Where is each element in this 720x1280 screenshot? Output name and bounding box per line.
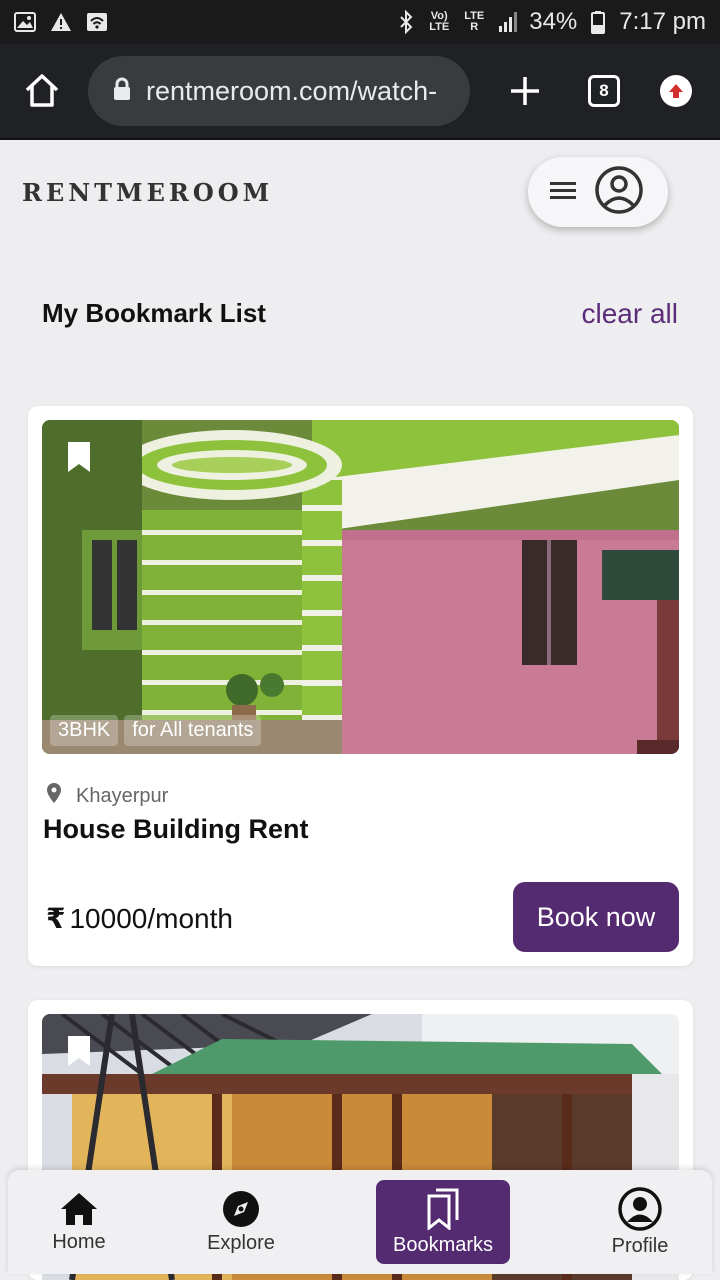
lock-icon [112, 77, 132, 106]
nav-profile-label: Profile [611, 1234, 669, 1257]
nav-profile[interactable]: Profile [588, 1180, 692, 1264]
bookmark-toggle-icon[interactable] [66, 440, 92, 479]
compass-icon [223, 1190, 259, 1227]
browser-toolbar: rentmeroom.com/watch- 8 [0, 44, 720, 140]
listing-price: ₹ 10000/month [46, 902, 233, 935]
nav-bookmarks-label: Bookmarks [392, 1233, 494, 1256]
tenant-tag: for All tenants [124, 715, 262, 746]
update-arrow-icon [660, 75, 692, 107]
bluetooth-icon [395, 10, 417, 34]
status-bar: Vo) LTE LTE R 34% 7:17 pm [0, 0, 720, 44]
status-notifications [14, 11, 108, 33]
bhk-tag: 3BHK [50, 715, 119, 746]
listing-photo[interactable]: 3BHK for All tenants [42, 420, 679, 754]
listing-card[interactable]: 3BHK for All tenants Khayerpur House Bui… [28, 406, 693, 966]
listing-title[interactable]: House Building Rent [43, 814, 309, 845]
warning-icon [50, 11, 72, 33]
tab-switcher-button[interactable]: 8 [588, 75, 620, 107]
map-pin-icon [46, 782, 62, 810]
wifi-icon [86, 11, 108, 33]
house-photo [42, 420, 679, 754]
price-value: 10000/month [69, 902, 233, 934]
status-system: Vo) LTE LTE R 34% 7:17 pm [395, 8, 706, 36]
nav-home[interactable]: Home [28, 1180, 130, 1264]
book-now-button[interactable]: Book now [513, 882, 679, 952]
url-text: rentmeroom.com/watch- [146, 75, 438, 106]
home-button[interactable] [22, 71, 62, 111]
profile-icon [618, 1186, 662, 1231]
new-tab-button[interactable] [508, 74, 542, 108]
update-button[interactable] [660, 75, 692, 107]
browser-home-icon [25, 74, 59, 107]
account-menu-button[interactable] [528, 157, 668, 227]
clock: 7:17 pm [619, 8, 706, 35]
user-avatar-icon [594, 165, 644, 220]
location-text: Khayerpur [76, 784, 169, 807]
page-title: My Bookmark List [42, 298, 266, 328]
listing-tags: 3BHK for All tenants [50, 715, 262, 746]
nav-home-label: Home [52, 1230, 106, 1253]
tab-count: 8 [588, 75, 620, 107]
clear-all-link[interactable]: clear all [582, 298, 678, 330]
battery-percent: 34% [529, 8, 578, 35]
hamburger-icon [550, 180, 576, 205]
plus-icon [511, 77, 539, 105]
rupee-icon: ₹ [46, 903, 66, 934]
bottom-navigation: Home Explore Bookmarks Profile [8, 1170, 712, 1274]
signal-icon [497, 11, 519, 33]
brand-logo[interactable]: RENTMEROOM [22, 178, 273, 207]
bookmark-toggle-icon[interactable] [66, 1034, 92, 1073]
volte-indicator: Vo) LTE [429, 10, 450, 33]
address-bar[interactable]: rentmeroom.com/watch- [88, 56, 470, 126]
lte-indicator: LTE R [464, 10, 485, 33]
nav-bookmarks[interactable]: Bookmarks [376, 1180, 510, 1264]
battery-icon [587, 11, 609, 34]
home-icon [61, 1192, 97, 1225]
nav-explore-label: Explore [207, 1231, 275, 1254]
bookmarks-icon [427, 1188, 459, 1230]
nav-explore[interactable]: Explore [190, 1180, 292, 1264]
image-icon [14, 11, 36, 33]
listing-location: Khayerpur [46, 782, 168, 810]
